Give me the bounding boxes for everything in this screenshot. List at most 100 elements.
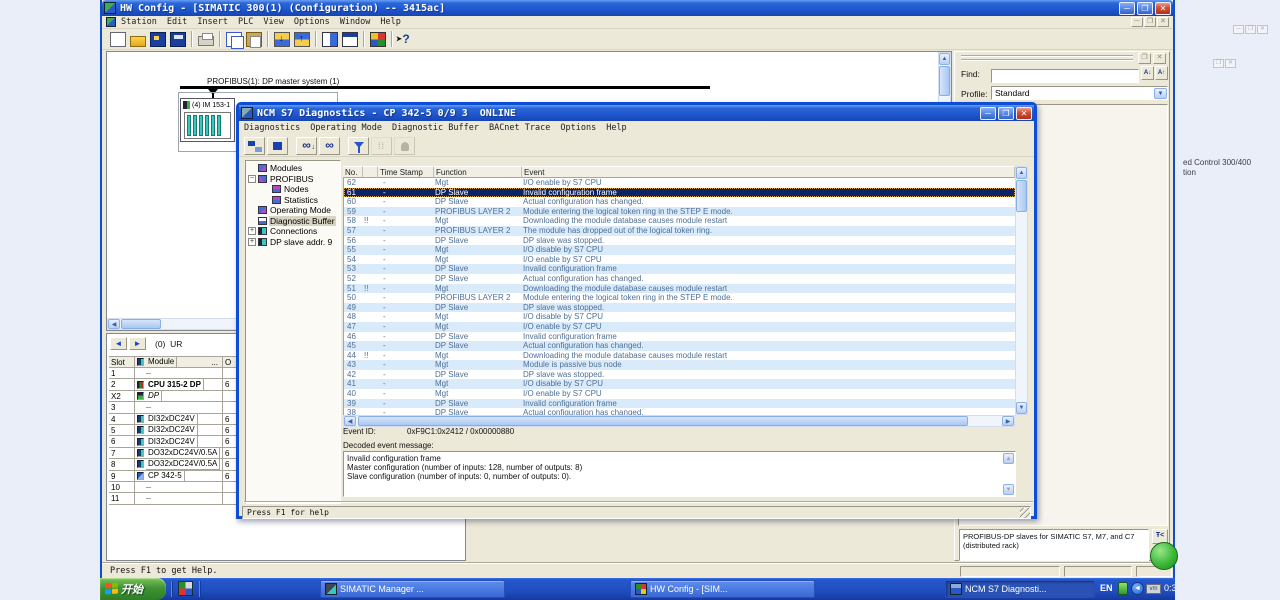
no-column-header[interactable]: No. <box>343 166 363 178</box>
scroll-left-icon[interactable]: ◀ <box>344 416 356 426</box>
find-next-icon[interactable]: A↓ <box>1141 66 1154 80</box>
paste-icon[interactable] <box>246 32 262 47</box>
print-icon[interactable] <box>198 36 214 46</box>
scroll-left-icon[interactable]: ◀ <box>108 319 120 329</box>
event-row[interactable]: 48 - Mgt I/O disable by S7 CPU <box>344 312 1015 322</box>
event-row[interactable]: 42 - DP Slave DP slave was stopped. <box>344 370 1015 380</box>
menu-item[interactable]: BACnet Trace <box>484 123 555 133</box>
scroll-down-icon[interactable]: ▼ <box>1016 402 1027 414</box>
tray-arrow-icon[interactable]: ◄ <box>1131 582 1144 595</box>
event-row[interactable]: 41 - Mgt I/O disable by S7 CPU <box>344 379 1015 389</box>
event-row[interactable]: 61 - DP Slave Invalid configuration fram… <box>344 188 1015 198</box>
download-to-module-icon[interactable] <box>274 32 290 47</box>
event-row[interactable]: 43 - Mgt Module is passive bus node <box>344 360 1015 370</box>
language-indicator[interactable]: EN <box>1100 583 1113 593</box>
event-row[interactable]: 38 - DP Slave Actual configuration has c… <box>344 408 1015 415</box>
task-button[interactable]: HW Config - [SIM... <box>630 580 815 598</box>
find-input[interactable] <box>991 69 1139 83</box>
mdi-minimize-button[interactable]: ─ <box>1131 17 1143 27</box>
catalog-toggle-icon[interactable] <box>322 32 338 47</box>
menu-item[interactable]: Diagnostics <box>239 123 305 133</box>
collapse-icon[interactable]: − <box>248 175 256 183</box>
scroll-up-icon[interactable]: ▲ <box>1003 453 1014 464</box>
minimize-button[interactable]: ─ <box>1119 2 1135 15</box>
scroll-thumb[interactable] <box>939 66 950 96</box>
event-row[interactable]: 51 !! - Mgt Downloading the module datab… <box>344 284 1015 294</box>
tree-item-diagnostic-buffer[interactable]: Diagnostic Buffer <box>246 216 336 226</box>
catalog-grip[interactable] <box>961 59 1133 61</box>
scroll-up-icon[interactable]: ▲ <box>1016 167 1027 179</box>
diagnostics-titlebar[interactable]: NCM S7 Diagnostics - CP 342-5 0/9 3 ONLI… <box>239 105 1034 121</box>
event-row[interactable]: 40 - Mgt I/O enable by S7 CPU <box>344 389 1015 399</box>
menu-item[interactable]: PLC <box>233 17 258 27</box>
menu-item[interactable]: Insert <box>192 17 233 27</box>
filter-icon[interactable] <box>348 137 369 155</box>
scroll-thumb[interactable] <box>1016 180 1027 212</box>
resize-grip[interactable] <box>1020 508 1030 518</box>
event-vertical-scrollbar[interactable]: ▲ ▼ <box>1015 166 1028 415</box>
network-view-icon[interactable] <box>370 32 386 47</box>
tray-usb-icon[interactable] <box>1118 582 1128 595</box>
tray-vm-icon[interactable]: vm <box>1146 584 1161 594</box>
menu-item[interactable]: Window <box>335 17 376 27</box>
event-row[interactable]: 56 - DP Slave DP slave was stopped. <box>344 236 1015 246</box>
event-row[interactable]: 44 !! - Mgt Downloading the module datab… <box>344 351 1015 361</box>
timestamp-column-header[interactable]: Time Stamp <box>378 166 434 178</box>
mdi-close-button[interactable]: ✕ <box>1157 17 1169 27</box>
scroll-down-icon[interactable]: ▼ <box>1003 484 1014 495</box>
maximize-button[interactable]: ❐ <box>998 107 1014 120</box>
event-row[interactable]: 49 - DP Slave DP slave was stopped. <box>344 303 1015 313</box>
scroll-thumb[interactable] <box>358 416 968 426</box>
menu-item[interactable]: Edit <box>162 17 192 27</box>
catalog-close-icon[interactable]: ✕ <box>1153 53 1166 64</box>
connect-icon[interactable] <box>244 137 265 155</box>
stop-icon[interactable] <box>267 137 288 155</box>
event-row[interactable]: 46 - DP Slave Invalid configuration fram… <box>344 332 1015 342</box>
task-button[interactable]: NCM S7 Diagnosti... <box>945 580 1095 598</box>
event-row[interactable]: 53 - DP Slave Invalid configuration fram… <box>344 264 1015 274</box>
restore-button[interactable]: ❐ <box>1137 2 1153 15</box>
copy-icon[interactable] <box>226 32 242 47</box>
tree-item-nodes[interactable]: Nodes <box>246 184 310 194</box>
help-pointer-icon[interactable]: ? <box>398 32 414 47</box>
station-window-icon[interactable] <box>342 32 358 47</box>
menu-item[interactable]: Di­agnostic Buffer <box>387 123 484 133</box>
menu-item[interactable]: Options <box>555 123 601 133</box>
save-icon[interactable] <box>170 32 186 47</box>
tree-item-dp-slave[interactable]: + DP slave addr. 9 <box>246 237 333 247</box>
single-update-icon[interactable]: ∞ <box>319 137 340 155</box>
event-row[interactable]: 62 - Mgt I/O enable by S7 CPU <box>344 178 1015 188</box>
close-button[interactable]: ✕ <box>1155 2 1171 15</box>
find-previous-icon[interactable]: A↑ <box>1155 66 1168 80</box>
expand-icon[interactable]: + <box>248 238 256 246</box>
chevron-down-icon[interactable]: ▼ <box>1154 88 1167 99</box>
event-row[interactable]: 58 !! - Mgt Downloading the module datab… <box>344 216 1015 226</box>
mdi-restore-button[interactable]: ❐ <box>1144 17 1156 27</box>
tree-item-statistics[interactable]: Statistics <box>246 195 319 205</box>
upload-from-module-icon[interactable] <box>294 32 310 47</box>
event-row[interactable]: 50 - PROFIBUS LAYER 2 Module entering th… <box>344 293 1015 303</box>
menu-item[interactable]: View <box>258 17 288 27</box>
warn-column-header[interactable] <box>363 166 378 178</box>
function-column-header[interactable]: Function <box>434 166 522 178</box>
event-row[interactable]: 57 - PROFIBUS LAYER 2 The module has dro… <box>344 226 1015 236</box>
open-folder-icon[interactable] <box>130 36 146 47</box>
next-rack-button[interactable]: ► <box>129 337 146 350</box>
expand-icon[interactable]: + <box>248 227 256 235</box>
event-row[interactable]: 60 - DP Slave Actual configuration has c… <box>344 197 1015 207</box>
profile-select[interactable]: Standard ▼ <box>991 86 1168 100</box>
catalog-dock-icon[interactable]: ❐ <box>1138 53 1151 64</box>
tree-item-modules[interactable]: Modules <box>246 163 303 173</box>
task-button[interactable]: SIMATIC Manager ... <box>320 580 505 598</box>
event-row[interactable]: 59 - PROFIBUS LAYER 2 Module entering th… <box>344 207 1015 217</box>
event-row[interactable]: 54 - Mgt I/O enable by S7 CPU <box>344 255 1015 265</box>
hw-config-titlebar[interactable]: HW Config - [SIMATIC 300(1) (Configurati… <box>102 0 1173 16</box>
scroll-up-icon[interactable]: ▲ <box>939 53 950 65</box>
minimize-button[interactable]: ─ <box>980 107 996 120</box>
catalog-grip[interactable] <box>961 55 1133 57</box>
dp-slave-device[interactable]: (4) IM 153-1 <box>180 98 235 142</box>
menu-item[interactable]: Help <box>375 17 405 27</box>
scroll-right-icon[interactable]: ▶ <box>1002 416 1014 426</box>
scroll-thumb[interactable] <box>121 319 161 329</box>
event-row[interactable]: 55 - Mgt I/O disable by S7 CPU <box>344 245 1015 255</box>
